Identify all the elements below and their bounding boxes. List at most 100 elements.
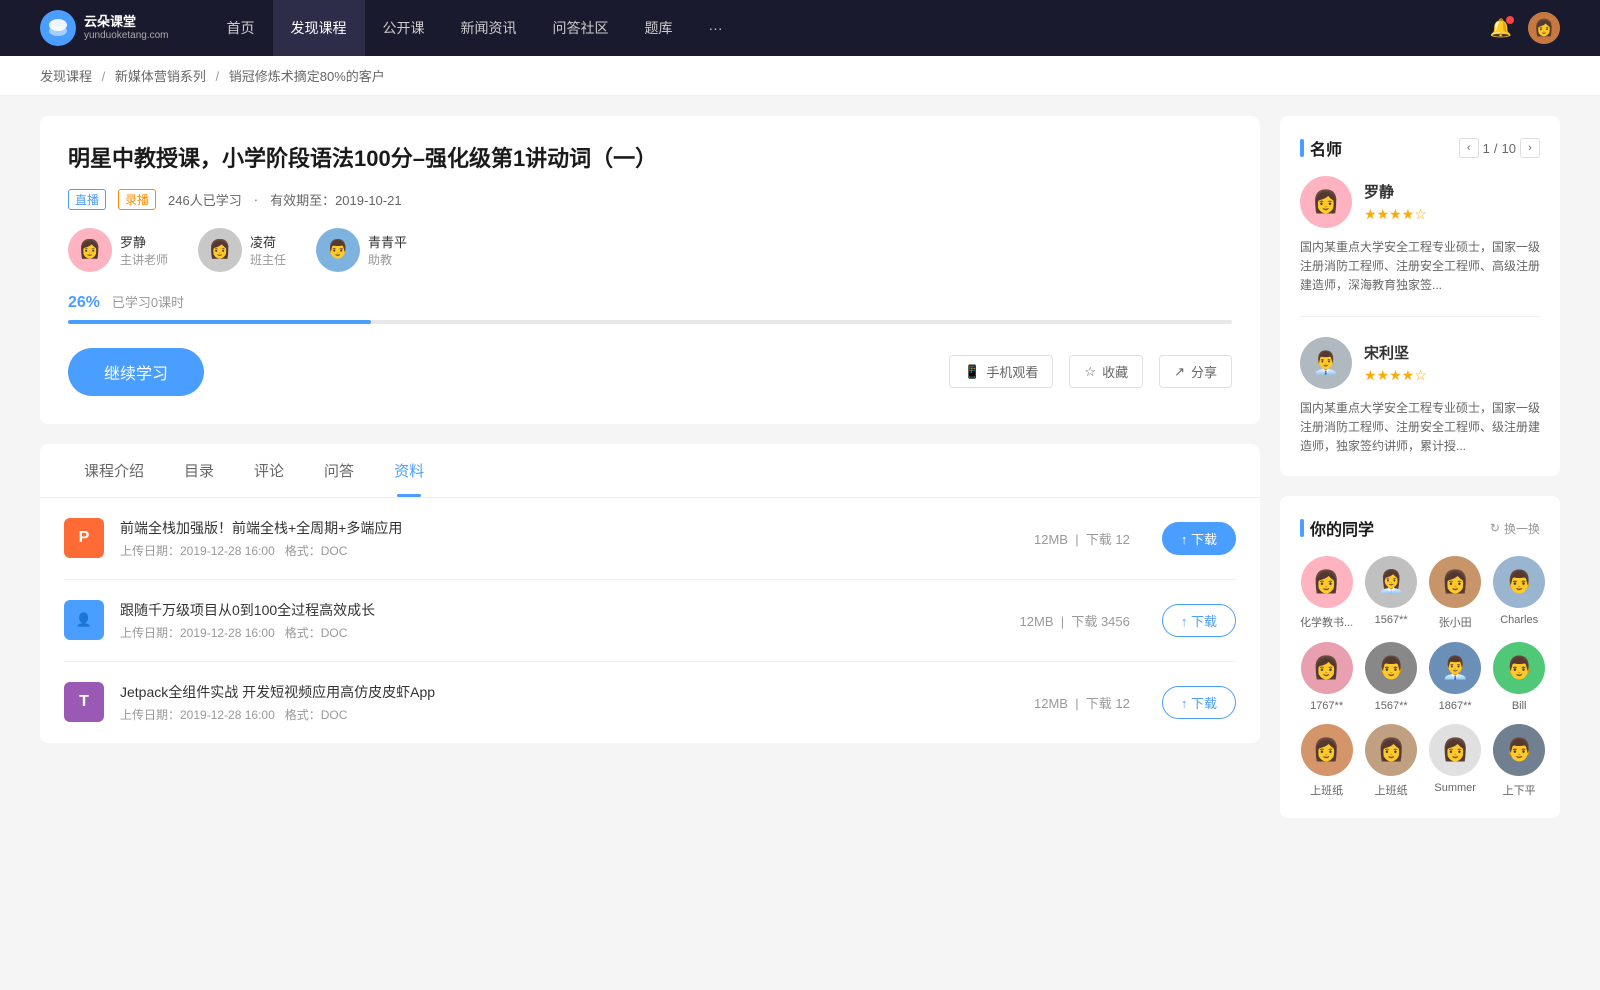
continue-button[interactable]: 继续学习	[68, 348, 204, 396]
nav-more[interactable]: ···	[691, 0, 741, 56]
logo-text: 云朵课堂 yunduoketang.com	[84, 14, 169, 42]
sidebar-teacher-2-desc: 国内某重点大学安全工程专业硕士，国家一级注册消防工程师、注册安全工程师、级注册建…	[1300, 399, 1540, 457]
badge-record: 录播	[118, 189, 156, 210]
notification-dot	[1506, 16, 1514, 24]
teacher-2-info: 凌荷 班主任	[250, 232, 286, 268]
nav-open[interactable]: 公开课	[365, 0, 443, 56]
breadcrumb-current[interactable]: 销冠修炼术摘定80%的客户	[229, 69, 385, 84]
resource-item: P 前端全栈加强版！前端全栈+全周期+多端应用 上传日期：2019-12-28 …	[64, 498, 1236, 580]
breadcrumb-series[interactable]: 新媒体营销系列	[115, 69, 206, 84]
prev-page-btn[interactable]: ‹	[1459, 138, 1479, 158]
progress-percent: 26%	[68, 294, 100, 311]
resource-item-2: 👤 跟随千万级项目从0到100全过程高效成长 上传日期：2019-12-28 1…	[64, 580, 1236, 662]
nav-home[interactable]: 首页	[209, 0, 273, 56]
share-button[interactable]: ↗ 分享	[1159, 355, 1232, 388]
student-5: 👩 1767**	[1300, 642, 1353, 712]
tab-catalog[interactable]: 目录	[164, 444, 234, 497]
teacher-1-role: 主讲老师	[120, 251, 168, 268]
teacher-2-name: 凌荷	[250, 232, 286, 251]
sidebar-teacher-1-name: 罗静	[1364, 181, 1427, 202]
collect-label: 收藏	[1102, 362, 1128, 381]
share-label: 分享	[1191, 362, 1217, 381]
page-total: 10	[1502, 141, 1516, 156]
download-button-3[interactable]: ↑ 下载	[1162, 686, 1236, 719]
breadcrumb-sep1: /	[102, 69, 109, 84]
logo-icon	[40, 10, 76, 46]
sidebar-teacher-2-avatar: 👨‍💼	[1300, 337, 1352, 389]
tab-materials[interactable]: 资料	[374, 444, 444, 497]
student-12: 👨 上下平	[1493, 724, 1545, 798]
course-meta: 直播 录播 246人已学习 · 有效期至：2019-10-21	[68, 189, 1232, 210]
progress-bar	[68, 320, 1232, 324]
main-layout: 明星中教授课，小学阶段语法100分–强化级第1讲动词（一） 直播 录播 246人…	[0, 96, 1600, 858]
nav-questions[interactable]: 题库	[627, 0, 691, 56]
student-4-avatar: 👨	[1493, 556, 1545, 608]
tabs-section: 课程介绍 目录 评论 问答 资料 P 前端全栈加强版！前端全栈+全周期+多端应用…	[40, 444, 1260, 743]
teacher-3-info: 青青平 助教	[368, 232, 407, 268]
teacher-3-avatar: 👨	[316, 228, 360, 272]
resource-stats-1: 12MB | 下载 12	[1034, 529, 1130, 548]
refresh-button[interactable]: ↻ 换一换	[1490, 520, 1540, 537]
student-7-name: 1867**	[1429, 700, 1481, 712]
resource-list: P 前端全栈加强版！前端全栈+全周期+多端应用 上传日期：2019-12-28 …	[40, 498, 1260, 743]
course-tabs: 课程介绍 目录 评论 问答 资料	[40, 444, 1260, 498]
resource-info-3: Jetpack全组件实战 开发短视频应用高仿皮皮虾App 上传日期：2019-1…	[120, 682, 1018, 723]
resource-stats-2: 12MB | 下载 3456	[1020, 611, 1130, 630]
refresh-label: 换一换	[1504, 520, 1540, 537]
student-12-avatar: 👨	[1493, 724, 1545, 776]
nav-discover[interactable]: 发现课程	[273, 0, 365, 56]
bell-icon[interactable]: 🔔	[1490, 18, 1512, 39]
header: 云朵课堂 yunduoketang.com 首页 发现课程 公开课 新闻资讯 问…	[0, 0, 1600, 56]
breadcrumb-discover[interactable]: 发现课程	[40, 69, 92, 84]
teacher-3-role: 助教	[368, 251, 407, 268]
student-7-avatar: 👨‍💼	[1429, 642, 1481, 694]
student-11-avatar: 👩	[1429, 724, 1481, 776]
mobile-watch-button[interactable]: 📱 手机观看	[949, 355, 1053, 388]
sidebar-teacher-1: 👩 罗静 ★★★★☆ 国内某重点大学安全工程专业硕士，国家一级注册消防工程师、注…	[1300, 176, 1540, 317]
user-avatar[interactable]: 👩	[1528, 12, 1560, 44]
teacher-2-avatar: 👩	[198, 228, 242, 272]
download-button-2[interactable]: ↑ 下载	[1162, 604, 1236, 637]
main-content: 明星中教授课，小学阶段语法100分–强化级第1讲动词（一） 直播 录播 246人…	[40, 116, 1260, 838]
resource-name-3: Jetpack全组件实战 开发短视频应用高仿皮皮虾App	[120, 682, 1018, 702]
resource-info-1: 前端全栈加强版！前端全栈+全周期+多端应用 上传日期：2019-12-28 16…	[120, 518, 1018, 559]
collect-button[interactable]: ☆ 收藏	[1069, 355, 1143, 388]
student-6-name: 1567**	[1365, 700, 1417, 712]
teacher-3-name: 青青平	[368, 232, 407, 251]
student-8-avatar: 👨	[1493, 642, 1545, 694]
student-2-name: 1567**	[1365, 614, 1417, 626]
main-nav: 首页 发现课程 公开课 新闻资讯 问答社区 题库 ···	[209, 0, 1490, 56]
student-7: 👨‍💼 1867**	[1429, 642, 1481, 712]
teacher-1-avatar: 👩	[68, 228, 112, 272]
student-3-name: 张小田	[1429, 614, 1481, 630]
tab-review[interactable]: 评论	[234, 444, 304, 497]
sidebar-teacher-1-avatar: 👩	[1300, 176, 1352, 228]
student-5-avatar: 👩	[1301, 642, 1353, 694]
teachers-sidebar-title: 名师	[1300, 136, 1459, 160]
course-card: 明星中教授课，小学阶段语法100分–强化级第1讲动词（一） 直播 录播 246人…	[40, 116, 1260, 424]
students-sidebar-card: 你的同学 ↻ 换一换 👩 化学教书... 👩‍💼 1567** 👩 张小田	[1280, 496, 1560, 818]
student-2-avatar: 👩‍💼	[1365, 556, 1417, 608]
action-buttons: 📱 手机观看 ☆ 收藏 ↗ 分享	[949, 355, 1232, 388]
sidebar-teacher-1-desc: 国内某重点大学安全工程专业硕士，国家一级注册消防工程师、注册安全工程师、高级注册…	[1300, 238, 1540, 296]
student-1: 👩 化学教书...	[1300, 556, 1353, 630]
teachers-sidebar-card: 名师 ‹ 1 / 10 › 👩 罗静 ★★★★☆	[1280, 116, 1560, 476]
resource-icon-3: T	[64, 682, 104, 722]
tab-qa[interactable]: 问答	[304, 444, 374, 497]
logo[interactable]: 云朵课堂 yunduoketang.com	[40, 10, 169, 46]
sidebar-teacher-2-stars: ★★★★☆	[1364, 367, 1427, 384]
student-3-avatar: 👩	[1429, 556, 1481, 608]
share-icon: ↗	[1174, 364, 1185, 380]
tab-intro[interactable]: 课程介绍	[64, 444, 164, 497]
teacher-1: 👩 罗静 主讲老师	[68, 228, 168, 272]
nav-news[interactable]: 新闻资讯	[443, 0, 535, 56]
student-3: 👩 张小田	[1429, 556, 1481, 630]
student-9: 👩 上班纸	[1300, 724, 1353, 798]
next-page-btn[interactable]: ›	[1520, 138, 1540, 158]
refresh-icon: ↻	[1490, 521, 1500, 535]
students-title-row: 你的同学 ↻ 换一换	[1300, 516, 1540, 540]
student-9-name: 上班纸	[1300, 782, 1353, 798]
nav-qa[interactable]: 问答社区	[535, 0, 627, 56]
student-8-name: Bill	[1493, 700, 1545, 712]
download-button-1[interactable]: ↑ 下载	[1162, 522, 1236, 555]
